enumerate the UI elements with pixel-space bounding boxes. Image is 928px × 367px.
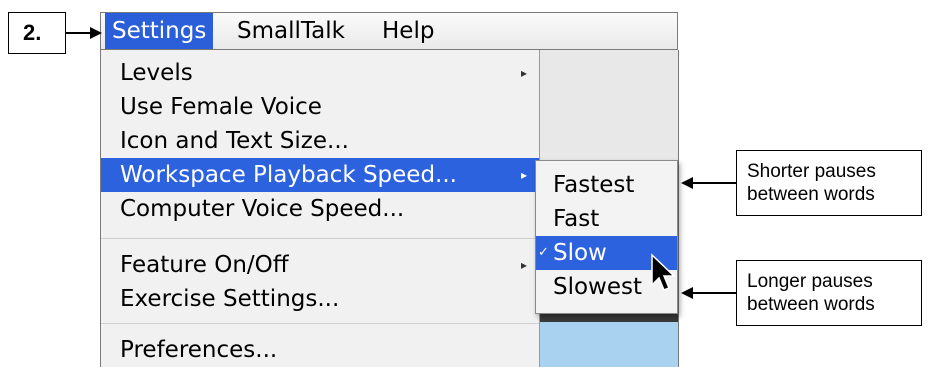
arrow-to-slowest-icon	[681, 287, 736, 299]
arrow-to-fastest-icon	[681, 177, 736, 189]
arrow-step-to-settings-icon	[66, 27, 102, 39]
annotation-overlay	[66, 27, 736, 299]
mouse-cursor-icon	[651, 253, 676, 291]
